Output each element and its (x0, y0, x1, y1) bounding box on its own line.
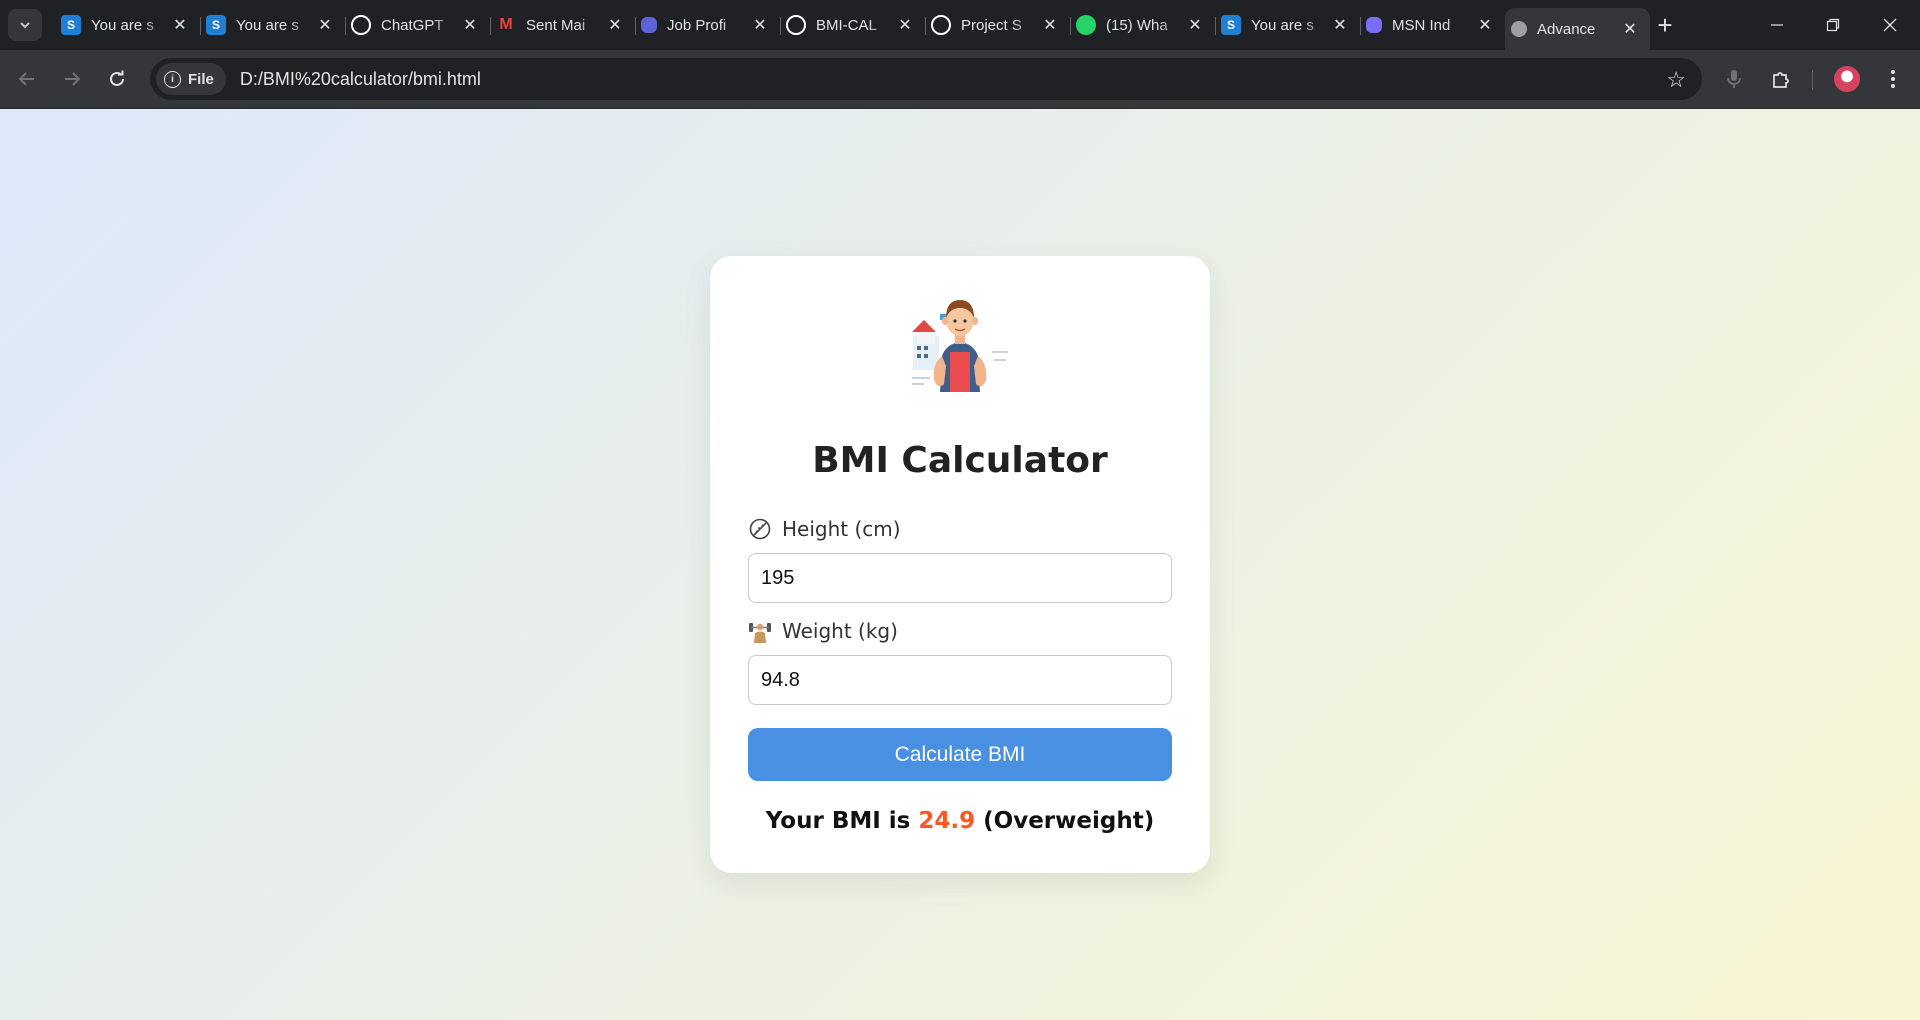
tab[interactable]: ChatGPT ✕ (345, 8, 491, 42)
chevron-down-icon (20, 22, 30, 29)
tab-title: Project S (961, 16, 1022, 34)
tab[interactable]: BMI-CAL ✕ (780, 8, 926, 42)
tab-title: BMI-CAL (816, 16, 877, 34)
openai-icon (351, 15, 371, 35)
tab[interactable]: S You are s ✕ (55, 8, 201, 42)
reload-icon (110, 70, 124, 86)
bmi-result-prefix: Your BMI is (765, 808, 919, 834)
tab[interactable]: (15) Wha ✕ (1070, 8, 1216, 42)
scribd-s-icon: S (206, 15, 226, 35)
url-text[interactable]: D:/BMI%20calculator/bmi.html (240, 69, 481, 90)
weight-input[interactable] (748, 655, 1172, 705)
tab-title: Advance (1537, 20, 1596, 38)
extensions-button[interactable] (1764, 62, 1798, 96)
msn-icon (1366, 17, 1382, 33)
new-tab-button[interactable]: + (1650, 10, 1680, 40)
tab[interactable]: S You are s ✕ (1215, 8, 1361, 42)
restore-button[interactable] (1805, 0, 1861, 50)
weight-label: Weight (kg) (748, 619, 898, 643)
tab-title: Job Profi (667, 16, 727, 34)
person-illustration-icon (912, 300, 1008, 392)
arrow-right-icon (65, 72, 81, 86)
close-icon[interactable]: ✕ (315, 15, 335, 35)
back-button[interactable] (10, 62, 44, 96)
restore-icon (1826, 18, 1840, 32)
close-icon[interactable]: ✕ (1185, 15, 1205, 35)
info-icon: i (164, 70, 181, 88)
toolbar-divider (1812, 70, 1813, 90)
arrow-left-icon (18, 72, 34, 86)
close-window-button[interactable] (1862, 0, 1918, 50)
globe-icon (1511, 21, 1527, 37)
more-vertical-icon (1891, 70, 1895, 88)
bookmark-star-icon[interactable]: ☆ (1666, 67, 1686, 93)
site-info-chip[interactable]: i File (156, 63, 226, 95)
close-icon[interactable]: ✕ (895, 15, 915, 35)
tab[interactable]: Project S ✕ (925, 8, 1071, 42)
page-background: BMI Calculator Height (cm) Weight (kg) C… (0, 109, 1920, 1020)
whatsapp-icon (1076, 15, 1096, 35)
bmi-card: BMI Calculator Height (cm) Weight (kg) C… (710, 256, 1210, 873)
tab-title: You are s (1251, 16, 1314, 34)
job-portal-icon (641, 17, 657, 33)
tab-title: Sent Mai (526, 16, 586, 34)
profile-button[interactable] (1830, 62, 1864, 96)
tab[interactable]: MSN Ind ✕ (1360, 8, 1505, 42)
height-label: Height (cm) (748, 517, 901, 541)
github-icon (786, 15, 806, 35)
bmi-category: (Overweight) (975, 808, 1155, 834)
tab[interactable]: S You are s ✕ (200, 8, 346, 42)
microphone-icon (1727, 70, 1741, 88)
openai-icon (931, 15, 951, 35)
close-icon[interactable]: ✕ (605, 15, 625, 35)
address-bar[interactable]: i File D:/BMI%20calculator/bmi.html ☆ (150, 58, 1702, 100)
tab-title: MSN Ind (1392, 16, 1451, 34)
height-input[interactable] (748, 553, 1172, 603)
site-info-label: File (188, 70, 214, 88)
calculate-bmi-button[interactable]: Calculate BMI (748, 728, 1172, 781)
close-icon[interactable]: ✕ (460, 15, 480, 35)
gmail-icon: M (499, 16, 513, 33)
height-label-text: Height (cm) (782, 517, 901, 541)
bmi-result: Your BMI is 24.9 (Overweight) (710, 808, 1210, 834)
puzzle-piece-icon (1773, 72, 1789, 88)
bmi-value: 24.9 (918, 808, 976, 834)
close-icon[interactable]: ✕ (1330, 15, 1350, 35)
close-icon[interactable]: ✕ (170, 15, 190, 35)
tab-list: S You are s ✕ S You are s ✕ ChatGPT ✕ M Sent Mai ✕… (55, 8, 1650, 50)
forward-button[interactable] (55, 62, 89, 96)
tab[interactable]: M Sent Mai ✕ (490, 8, 636, 42)
tab-title: You are s (91, 16, 154, 34)
weightlifter-icon (749, 623, 771, 643)
tab[interactable]: Advance ✕ (1505, 8, 1650, 50)
page-title: BMI Calculator (812, 440, 1108, 481)
browser-toolbar: i File D:/BMI%20calculator/bmi.html ☆ (0, 50, 1920, 109)
tab[interactable]: Job Profi ✕ (635, 8, 781, 42)
weight-label-text: Weight (kg) (782, 619, 898, 643)
menu-button[interactable] (1876, 62, 1910, 96)
tab-title: You are s (236, 16, 299, 34)
close-icon[interactable]: ✕ (1475, 15, 1495, 35)
minimize-icon (1771, 24, 1783, 26)
tab-title: ChatGPT (381, 16, 444, 34)
close-icon (1883, 18, 1897, 32)
tab-strip: S You are s ✕ S You are s ✕ ChatGPT ✕ M Sent Mai ✕… (0, 0, 1920, 50)
tab-title: (15) Wha (1106, 16, 1168, 34)
minimize-button[interactable] (1749, 0, 1805, 50)
close-icon[interactable]: ✕ (1040, 15, 1060, 35)
tab-search-button[interactable] (8, 9, 42, 41)
scribd-s-icon: S (61, 15, 81, 35)
avatar (1834, 66, 1860, 92)
voice-search-button[interactable] (1717, 62, 1751, 96)
ruler-circle-icon (749, 518, 771, 540)
close-icon[interactable]: ✕ (750, 15, 770, 35)
reload-button[interactable] (100, 62, 134, 96)
scribd-s-icon: S (1221, 15, 1241, 35)
close-icon[interactable]: ✕ (1620, 19, 1640, 39)
